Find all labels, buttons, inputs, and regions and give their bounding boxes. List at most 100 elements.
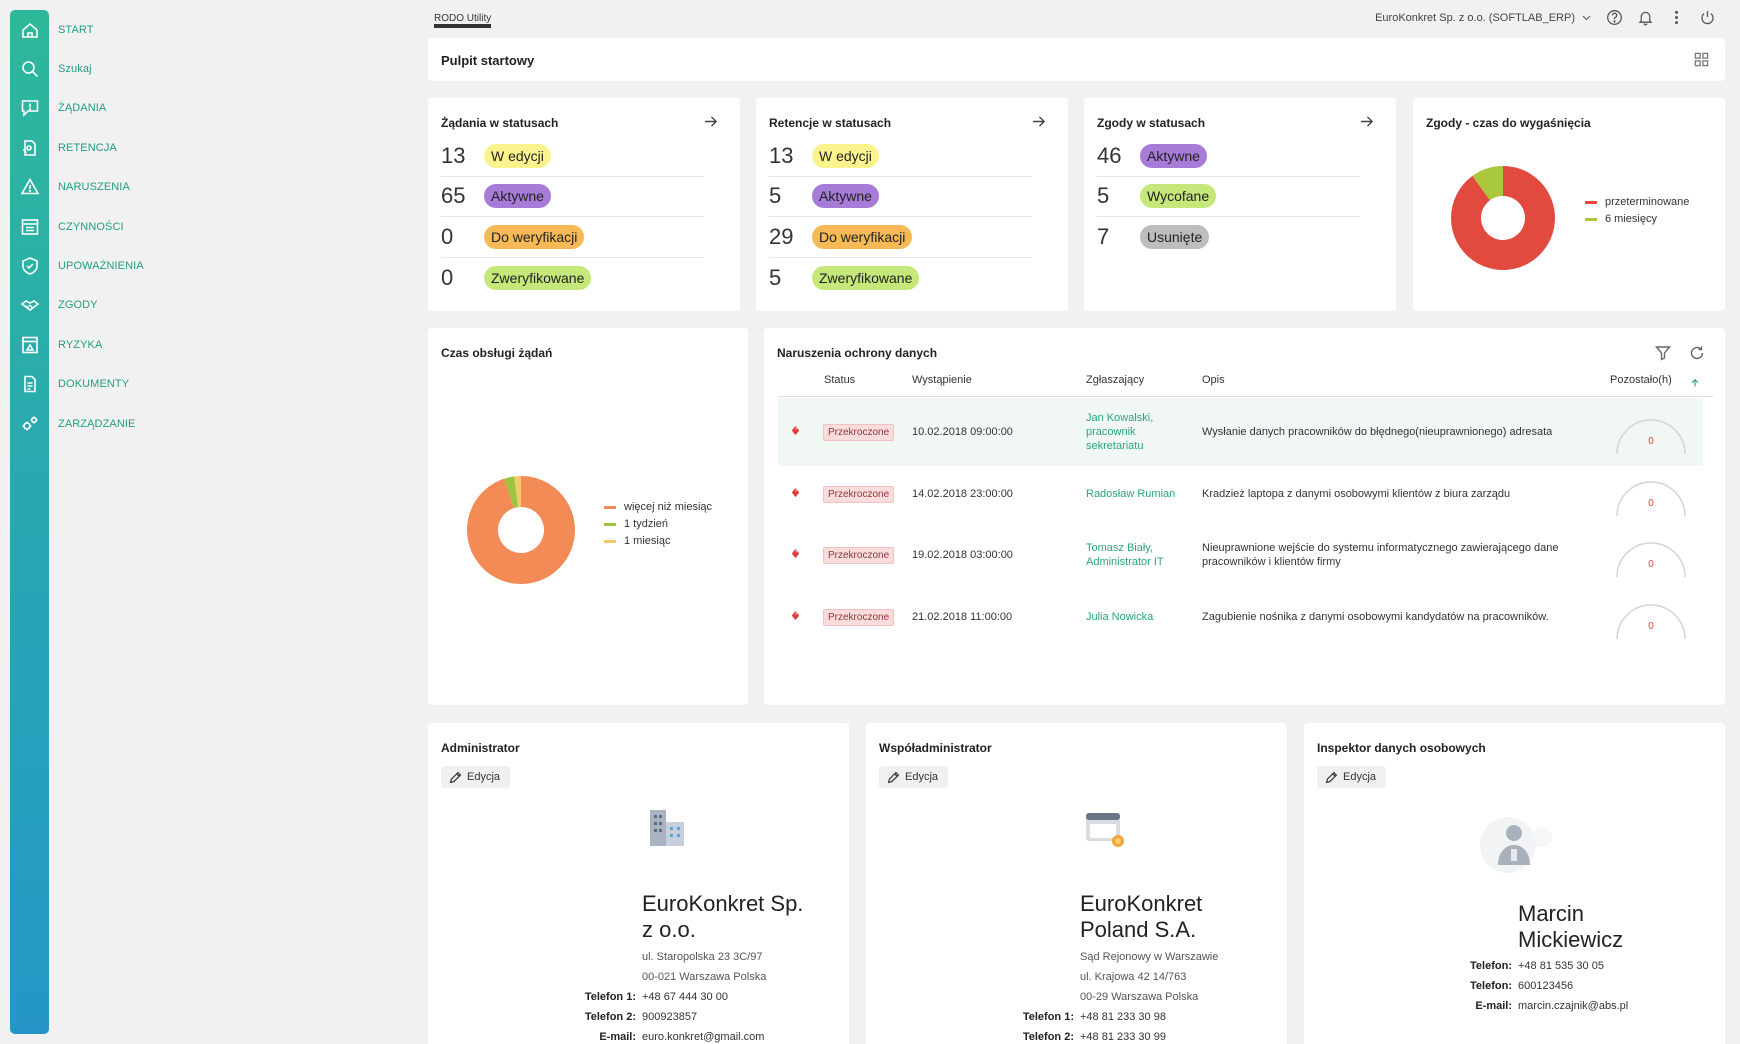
status-row[interactable]: 13 W edycji — [769, 136, 1032, 177]
table-row[interactable]: Przekroczone 10.02.2018 09:00:00 Jan Kowal… — [778, 398, 1703, 466]
sidebar-item-label: RYZYKA — [58, 338, 103, 351]
sidebar-item-label: RETENCJA — [58, 141, 117, 154]
status-count: 29 — [769, 223, 794, 249]
card-title: Czas obsługi żądań — [441, 346, 553, 360]
company-name: EuroKonkret Sp. z o.o. — [642, 891, 804, 942]
status-badge: Przekroczone — [823, 485, 895, 503]
status-count: 5 — [1097, 183, 1110, 209]
coadministrator-card: Współadministrator Edycja EuroKonkret Pol… — [866, 723, 1287, 1044]
status-row[interactable]: 29 Do weryfikacji — [769, 217, 1032, 258]
remaining-gauge: 0 — [1613, 591, 1689, 647]
status-badge: W edycji — [812, 143, 879, 168]
card-title: Zgody w statusach — [1097, 116, 1206, 130]
chevron-down-icon — [1581, 12, 1592, 23]
help-icon[interactable] — [1606, 9, 1623, 26]
status-row[interactable]: 5 Zweryfikowane — [769, 258, 1032, 299]
status-list: 13 W edycji 5 Aktywne 29 Do weryfikacji 5 Zwery… — [769, 136, 1032, 298]
card-title: Zgody - czas do wygaśnięcia — [1426, 116, 1591, 130]
status-row[interactable]: 0 Zweryfikowane — [441, 258, 704, 299]
more-vertical-icon[interactable] — [1668, 9, 1685, 26]
status-badge: Do weryfikacji — [484, 224, 585, 249]
sidebar-item-4[interactable]: RETENCJA — [10, 128, 230, 167]
status-row[interactable]: 13 W edycji — [441, 136, 704, 177]
sidebar-item-9[interactable]: RYZYKA — [10, 325, 230, 364]
retention-icon — [10, 138, 49, 158]
sidebar-item-7[interactable]: UPOWAŻNIENIA — [10, 246, 230, 285]
status-list: 46 Aktywne 5 Wycofane 7 Usunięte — [1097, 136, 1360, 258]
edit-button[interactable]: Edycja — [879, 766, 949, 788]
arrow-right-icon[interactable] — [1359, 114, 1374, 134]
status-badge: Do weryfikacji — [812, 224, 913, 249]
power-icon[interactable] — [1699, 9, 1716, 26]
list-icon — [10, 217, 49, 237]
status-row[interactable]: 46 Aktywne — [1097, 136, 1360, 177]
card-title: Inspektor danych osobowych — [1317, 741, 1486, 755]
header-divider — [778, 396, 1713, 397]
sidebar-nav: START Szukaj ŻĄDANIA RETENCJA NARUSZENIA CZYN… — [10, 10, 230, 443]
risk-icon — [10, 335, 49, 355]
sidebar-item-1[interactable]: START — [10, 10, 230, 49]
requests-status-card: Żądania w statusach 13 W edycji 65 Aktywne 0… — [428, 98, 740, 311]
sidebar-item-label: DOKUMENTY — [58, 378, 130, 391]
column-description[interactable]: Opis — [1202, 374, 1225, 386]
table-row[interactable]: Przekroczone 21.02.2018 11:00:00 Julia Now… — [778, 583, 1703, 651]
reporter-link[interactable]: Tomasz Biały, Administrator IT — [1086, 541, 1186, 569]
building-icon — [650, 810, 684, 846]
status-count: 46 — [1097, 142, 1122, 168]
reporter-link[interactable]: Jan Kowalski, pracownik sekretariatu — [1086, 411, 1186, 453]
company-address: Sąd Rejonowy w Warszawie ul. Krajowa 42 1… — [1080, 951, 1219, 1003]
grid-layout-icon[interactable] — [1694, 52, 1709, 72]
status-list: 13 W edycji 65 Aktywne 0 Do weryfikacji 0 Zwery… — [441, 136, 704, 298]
handling-donut-chart — [467, 476, 575, 584]
bell-icon[interactable] — [1637, 9, 1654, 26]
status-row[interactable]: 5 Wycofane — [1097, 177, 1360, 217]
edit-label: Edycja — [467, 771, 501, 783]
arrow-right-icon[interactable] — [1031, 114, 1046, 134]
column-reporter[interactable]: Zgłaszający — [1086, 374, 1144, 386]
table-row[interactable]: Przekroczone 14.02.2018 23:00:00 Radosław … — [778, 460, 1703, 528]
pencil-icon — [449, 771, 462, 783]
legend-item: więcej niż miesiąc — [604, 501, 712, 513]
status-row[interactable]: 5 Aktywne — [769, 177, 1032, 217]
status-row[interactable]: 0 Do weryfikacji — [441, 217, 704, 258]
sidebar-item-label: Szukaj — [58, 63, 92, 76]
status-badge: Przekroczone — [823, 608, 895, 626]
remaining-gauge: 0 — [1613, 529, 1689, 585]
table-row[interactable]: Przekroczone 19.02.2018 03:00:00 Tomasz Bi… — [778, 521, 1703, 589]
sort-up-icon[interactable] — [1690, 375, 1700, 393]
refresh-icon[interactable] — [1689, 345, 1705, 366]
administrator-card: Administrator Edycja EuroKonkret Sp. z o.… — [428, 723, 849, 1044]
sidebar-item-11[interactable]: ZARZĄDZANIE — [10, 404, 230, 443]
person-icon — [1480, 817, 1552, 873]
retention-status-card: Retencje w statusach 13 W edycji 5 Aktywne 2… — [756, 98, 1068, 311]
column-occurred[interactable]: Wystąpienie — [912, 374, 972, 386]
page-title: Pulpit startowy — [441, 53, 535, 68]
column-remaining[interactable]: Pozostało(h) — [1610, 374, 1672, 386]
sidebar-item-5[interactable]: NARUSZENIA — [10, 168, 230, 207]
reporter-link[interactable]: Radosław Rumian — [1086, 487, 1186, 501]
status-badge: Przekroczone — [823, 424, 895, 441]
edit-button[interactable]: Edycja — [441, 766, 511, 788]
sidebar-item-2[interactable]: Szukaj — [10, 49, 230, 88]
status-row[interactable]: 65 Aktywne — [441, 177, 704, 217]
search-icon — [10, 59, 49, 79]
remaining-gauge: 0 — [1613, 406, 1689, 462]
warning-icon — [10, 177, 49, 197]
sidebar-item-10[interactable]: DOKUMENTY — [10, 365, 230, 404]
home-icon — [10, 20, 49, 40]
remaining-hours: 0 — [1648, 436, 1654, 447]
status-row[interactable]: 7 Usunięte — [1097, 217, 1360, 258]
filter-icon[interactable] — [1655, 345, 1671, 366]
reporter-link[interactable]: Julia Nowicka — [1086, 610, 1186, 624]
legend-item: 6 miesięcy — [1585, 213, 1689, 225]
sidebar-item-6[interactable]: CZYNNOŚCI — [10, 207, 230, 246]
sidebar-item-3[interactable]: ŻĄDANIA — [10, 89, 230, 128]
sidebar-item-label: ZGODY — [58, 299, 98, 312]
status-count: 0 — [441, 223, 454, 249]
column-status[interactable]: Status — [824, 374, 855, 386]
arrow-right-icon[interactable] — [703, 114, 718, 134]
organization-selector[interactable]: EuroKonkret Sp. z o.o. (SOFTLAB_ERP) — [1375, 12, 1592, 24]
edit-button[interactable]: Edycja — [1317, 766, 1387, 788]
expiry-legend: przeterminowane 6 miesięcy — [1585, 196, 1689, 230]
sidebar-item-8[interactable]: ZGODY — [10, 286, 230, 325]
